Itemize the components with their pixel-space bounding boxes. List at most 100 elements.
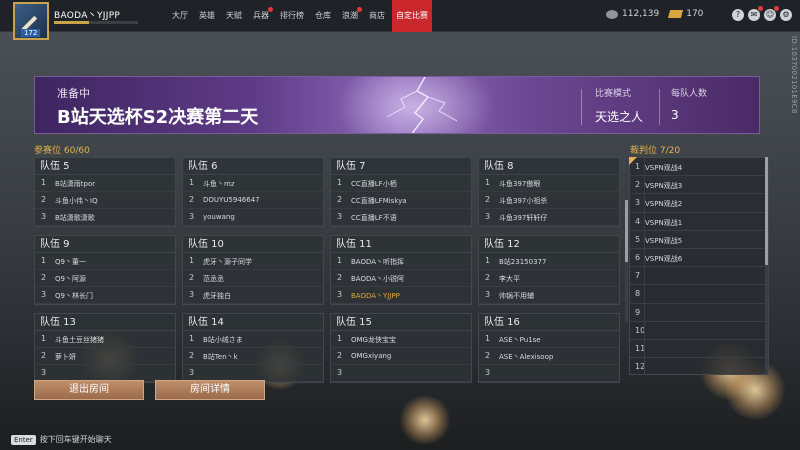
slot-number: 1 <box>485 256 491 265</box>
team-member-slot[interactable]: 1 虎牙丶源子同学 <box>183 253 323 270</box>
tab-warehouse[interactable]: 仓库 <box>311 0 335 32</box>
team-member-slot[interactable]: 1 CC直播LF小栖 <box>331 175 471 192</box>
team-member-slot[interactable]: 3 CC直播LF不语 <box>331 209 471 226</box>
team-member-slot[interactable]: 2 CC直播LFMiskya <box>331 192 471 209</box>
team-member-slot[interactable]: 3 <box>479 365 619 382</box>
slot-number: 2 <box>337 195 343 204</box>
referee-slot[interactable]: 2 VSPN观战3 <box>630 176 768 195</box>
slot-number: 3 <box>41 212 47 221</box>
tab-weapons[interactable]: 兵器 <box>249 0 273 32</box>
team-name: 队伍 14 <box>183 314 323 331</box>
slot-number: 2 <box>189 195 195 204</box>
member-name: 斗鱼土豆丝猪猪 <box>55 336 104 344</box>
member-name: ASE丶Alexisoop <box>499 353 554 361</box>
slot-number: 3 <box>189 368 195 377</box>
team-member-slot[interactable]: 2 OMGxiyang <box>331 348 471 365</box>
team-member-slot[interactable]: 2 范丞丞 <box>183 270 323 287</box>
team-card[interactable]: 队伍 11 1 BAODA丶听指挥 2 BAODA丶小锐阿 3 BAODA丶YJJPP <box>330 235 472 305</box>
referee-slot[interactable]: 7 <box>630 267 768 286</box>
team-card[interactable]: 队伍 15 1 OMG龙侠宝宝 2 OMGxiyang 3 <box>330 313 472 383</box>
team-card[interactable]: 队伍 5 1 B站潇雨tpor 2 斗鱼小伟丶IQ 3 B站潇歌潇歌 <box>34 157 176 227</box>
team-member-slot[interactable]: 2 DOUYU5946647 <box>183 192 323 209</box>
team-card[interactable]: 队伍 7 1 CC直播LF小栖 2 CC直播LFMiskya 3 CC直播LF不语 <box>330 157 472 227</box>
referee-slot[interactable]: 5 VSPN观战5 <box>630 230 768 249</box>
team-card[interactable]: 队伍 14 1 B站小绒さま 2 B站Ten丶k 3 <box>182 313 324 383</box>
tab-lobby[interactable]: 大厅 <box>168 0 192 32</box>
team-card[interactable]: 队伍 10 1 虎牙丶源子同学 2 范丞丞 3 虎牙独白 <box>182 235 324 305</box>
member-name: B站Ten丶k <box>203 353 238 361</box>
slot-number: 2 <box>485 273 491 282</box>
team-card[interactable]: 队伍 9 1 Q9丶董一 2 Q9丶阿源 3 Q9丶林长门 <box>34 235 176 305</box>
scroll-thumb[interactable] <box>625 200 628 262</box>
scroll-thumb[interactable] <box>765 157 768 265</box>
help-icon[interactable]: ? <box>732 9 744 21</box>
player-level: 172 <box>21 29 41 37</box>
team-member-slot[interactable]: 3 帅锅不用辅 <box>479 287 619 304</box>
team-member-slot[interactable]: 1 斗鱼土豆丝猪猪 <box>35 331 175 348</box>
room-banner: 准备中 B站天选杯S2决赛第二天 比赛模式 天选之人 每队人数 3 <box>34 76 760 134</box>
team-member-slot[interactable]: 2 斗鱼397小祖杀 <box>479 192 619 209</box>
team-card[interactable]: 队伍 6 1 斗鱼丶mz 2 DOUYU5946647 3 youwang <box>182 157 324 227</box>
team-member-slot[interactable]: 3 虎牙独白 <box>183 287 323 304</box>
tab-custom-match[interactable]: 自定比赛 <box>392 0 432 32</box>
referee-slot[interactable]: 8 <box>630 285 768 304</box>
team-member-slot[interactable]: 3 B站潇歌潇歌 <box>35 209 175 226</box>
team-member-slot[interactable]: 1 B站小绒さま <box>183 331 323 348</box>
team-member-slot[interactable]: 1 斗鱼397傲眼 <box>479 175 619 192</box>
referee-slot[interactable]: 12 <box>630 358 768 374</box>
team-card[interactable]: 队伍 12 1 B站23150377 2 李大平 3 帅锅不用辅 <box>478 235 620 305</box>
referee-slot[interactable]: 4 VSPN观战1 <box>630 212 768 231</box>
tab-heroes[interactable]: 英雄 <box>195 0 219 32</box>
referee-slot[interactable]: 1 VSPN观战4 <box>630 158 768 177</box>
tab-talents[interactable]: 天赋 <box>222 0 246 32</box>
team-member-slot[interactable]: 1 斗鱼丶mz <box>183 175 323 192</box>
team-card[interactable]: 队伍 13 1 斗鱼土豆丝猪猪 2 萝卜妍 3 <box>34 313 176 383</box>
team-member-slot[interactable]: 3 youwang <box>183 209 323 226</box>
team-member-slot[interactable]: 1 ASE丶Pu1se <box>479 331 619 348</box>
friends-icon[interactable]: ☺ <box>764 6 779 21</box>
referee-slot[interactable]: 9 <box>630 303 768 322</box>
tab-leaderboard[interactable]: 排行榜 <box>276 0 308 32</box>
team-scrollbar[interactable] <box>625 160 628 322</box>
team-card[interactable]: 队伍 16 1 ASE丶Pu1se 2 ASE丶Alexisoop 3 <box>478 313 620 383</box>
referee-scrollbar[interactable] <box>765 157 768 375</box>
team-member-slot[interactable]: 3 斗鱼397轩轩仔 <box>479 209 619 226</box>
team-member-slot[interactable]: 1 B站23150377 <box>479 253 619 270</box>
team-member-slot[interactable]: 3 <box>331 365 471 382</box>
tab-shop[interactable]: 商店 <box>365 0 389 32</box>
team-member-slot[interactable]: 1 Q9丶董一 <box>35 253 175 270</box>
team-member-slot[interactable]: 2 ASE丶Alexisoop <box>479 348 619 365</box>
top-bar: BAODA丶YJJPP 大厅 英雄 天赋 兵器 排行榜 仓库 浪潮 商店 自定比… <box>0 0 800 32</box>
team-card[interactable]: 队伍 8 1 斗鱼397傲眼 2 斗鱼397小祖杀 3 斗鱼397轩轩仔 <box>478 157 620 227</box>
slot-number: 2 <box>485 195 491 204</box>
team-member-slot[interactable]: 2 斗鱼小伟丶IQ <box>35 192 175 209</box>
team-name: 队伍 8 <box>479 158 619 175</box>
team-member-slot[interactable]: 3 Q9丶林长门 <box>35 287 175 304</box>
team-member-slot[interactable]: 1 OMG龙侠宝宝 <box>331 331 471 348</box>
team-member-slot[interactable]: 2 李大平 <box>479 270 619 287</box>
referee-slot[interactable]: 11 <box>630 339 768 359</box>
team-member-slot[interactable]: 3 BAODA丶YJJPP <box>331 287 471 304</box>
member-name: 萝卜妍 <box>55 353 76 361</box>
tab-tide[interactable]: 浪潮 <box>338 0 362 32</box>
room-details-button[interactable]: 房间详情 <box>155 380 265 400</box>
settings-icon[interactable]: ⚙ <box>780 9 792 21</box>
slot-number: 3 <box>189 290 195 299</box>
slot-number: 3 <box>485 368 491 377</box>
team-member-slot[interactable]: 2 B站Ten丶k <box>183 348 323 365</box>
team-member-slot[interactable]: 1 B站潇雨tpor <box>35 175 175 192</box>
mail-icon[interactable]: ✉ <box>748 6 763 21</box>
team-member-slot[interactable]: 2 BAODA丶小锐阿 <box>331 270 471 287</box>
leave-room-button[interactable]: 退出房间 <box>34 380 144 400</box>
team-member-slot[interactable]: 2 Q9丶阿源 <box>35 270 175 287</box>
referee-slot[interactable]: 6 VSPN观战6 <box>630 248 768 268</box>
chat-hint[interactable]: Enter 按下回车键开始聊天 <box>11 434 112 445</box>
referee-slot[interactable]: 3 VSPN观战2 <box>630 194 768 213</box>
team-member-slot[interactable]: 2 萝卜妍 <box>35 348 175 365</box>
main-nav: 大厅 英雄 天赋 兵器 排行榜 仓库 浪潮 商店 自定比赛 <box>168 0 435 32</box>
top-icons: ? ✉ ☺ ⚙ <box>732 6 792 21</box>
team-member-slot[interactable]: 1 BAODA丶听指挥 <box>331 253 471 270</box>
referee-slot[interactable]: 10 <box>630 321 768 340</box>
slot-number: 3 <box>485 290 491 299</box>
avatar[interactable]: 172 <box>13 2 49 40</box>
